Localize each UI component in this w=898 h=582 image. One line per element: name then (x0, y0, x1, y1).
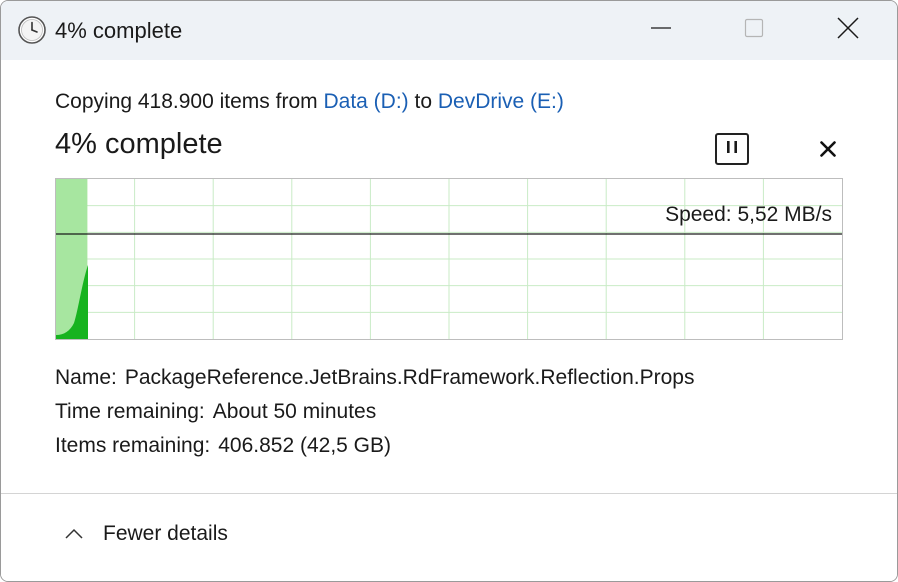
dialog-footer: Fewer details (1, 493, 897, 581)
destination-link[interactable]: DevDrive (E:) (438, 90, 564, 113)
maximize-button[interactable] (709, 1, 799, 60)
minimize-icon (651, 18, 671, 43)
maximize-icon (744, 18, 764, 43)
pause-button[interactable] (715, 133, 749, 165)
pause-icon (725, 140, 739, 159)
minimize-button[interactable] (616, 1, 706, 60)
cancel-x-icon (820, 140, 836, 162)
copy-connector: to (414, 90, 433, 113)
detail-items-remaining: Items remaining: 406.852 (42,5 GB) (55, 434, 694, 468)
items-remaining-value: 406.852 (42,5 GB) (218, 434, 392, 457)
fewer-details-label: Fewer details (103, 522, 228, 545)
copy-prefix: Copying 418.900 items from (55, 90, 318, 113)
chevron-up-icon (61, 524, 87, 544)
speed-graph: Speed: 5,52 MB/s (55, 178, 843, 340)
clock-icon (17, 15, 47, 45)
time-remaining-label: Time remaining: (55, 400, 205, 423)
title-bar[interactable]: 4% complete (1, 1, 897, 60)
detail-name: Name: PackageReference.JetBrains.RdFramew… (55, 366, 694, 400)
fewer-details-button[interactable]: Fewer details (61, 522, 228, 546)
time-remaining-value: About 50 minutes (212, 400, 377, 423)
cancel-button[interactable] (813, 136, 843, 166)
detail-time-remaining: Time remaining: About 50 minutes (55, 400, 694, 434)
name-value: PackageReference.JetBrains.RdFramework.R… (124, 366, 695, 389)
speed-readout: Speed: 5,52 MB/s (665, 203, 832, 226)
close-icon (837, 17, 859, 44)
window-title: 4% complete (55, 18, 183, 43)
close-button[interactable] (803, 1, 893, 60)
progress-status: 4% complete (55, 128, 223, 160)
copy-summary: Copying 418.900 items from Data (D:) to … (55, 90, 564, 114)
name-label: Name: (55, 366, 117, 389)
items-remaining-label: Items remaining: (55, 434, 211, 457)
details-section: Name: PackageReference.JetBrains.RdFramew… (55, 366, 694, 468)
copy-progress-window: 4% complete Copying 418.900 items from D… (0, 0, 898, 582)
source-link[interactable]: Data (D:) (323, 90, 408, 113)
